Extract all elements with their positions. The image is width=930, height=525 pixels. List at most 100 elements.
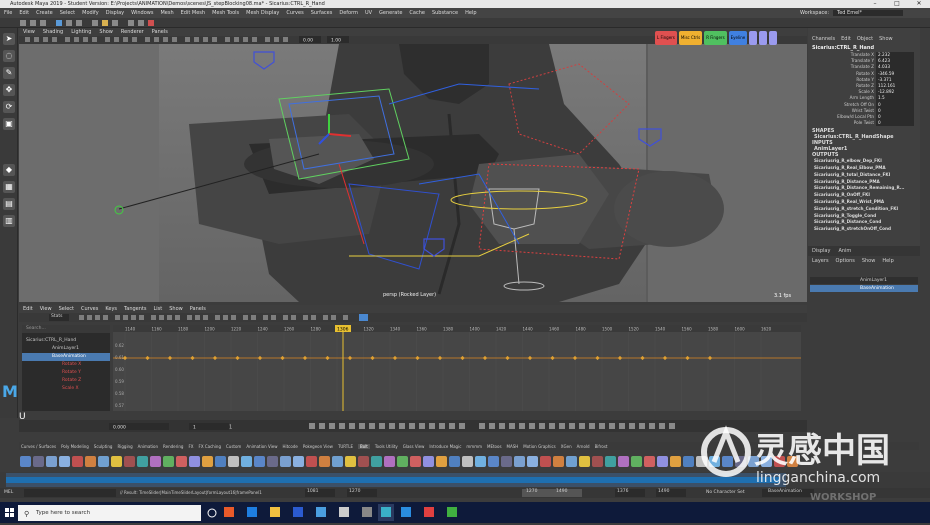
range-slider-bar[interactable]: 0.000 1 1 xyxy=(19,420,807,432)
shelf-tab[interactable]: Introduce Magic xyxy=(429,444,461,449)
workspace-dropdown[interactable]: Ted Emel* xyxy=(833,10,903,16)
range-a-field[interactable]: 1081 xyxy=(305,489,335,497)
shelf-tab[interactable]: Custom xyxy=(226,444,241,449)
menu-edit[interactable]: Edit xyxy=(19,10,29,16)
channel-value[interactable]: 0 xyxy=(876,120,914,127)
shelf-tool-icon[interactable] xyxy=(241,455,252,467)
scale-tool-icon[interactable]: ▣ xyxy=(3,118,15,130)
shelf-tab[interactable]: Sculpting xyxy=(94,444,113,449)
key-frame[interactable] xyxy=(685,355,690,361)
picker-icon-2[interactable] xyxy=(759,31,768,45)
shelf-tool-icon[interactable] xyxy=(501,455,512,467)
range-start-field[interactable]: 0.000 xyxy=(113,425,126,431)
r-fingers-button[interactable]: R Fingers xyxy=(704,31,727,45)
shelf-tool-icon[interactable] xyxy=(592,455,603,467)
shelf-tab[interactable]: Bifrost xyxy=(595,444,608,449)
stats-field[interactable]: Stats xyxy=(49,314,69,321)
shelf-tab[interactable]: Hitcode xyxy=(282,444,297,449)
shelf-tool-icon[interactable] xyxy=(46,455,57,467)
picker-icon-3[interactable] xyxy=(769,31,778,45)
shelf-tool-icon[interactable] xyxy=(657,455,668,467)
key-frame[interactable] xyxy=(572,355,578,361)
range-step-field[interactable]: 1 xyxy=(193,425,196,431)
status-line-icons[interactable] xyxy=(0,18,930,28)
menu-modify[interactable]: Modify xyxy=(82,10,99,16)
outliner-rotate-z[interactable]: Rotate Z xyxy=(22,377,110,385)
shelf-tab[interactable]: MEtoos xyxy=(487,444,502,449)
layout-icon[interactable]: ▤ xyxy=(3,198,15,210)
taskbar-search-box[interactable]: Type here to search xyxy=(18,505,201,521)
shelf-tab[interactable]: FX Caching xyxy=(199,444,221,449)
vp-menu-show[interactable]: Show xyxy=(99,29,113,35)
ge-menu-show[interactable]: Show xyxy=(169,306,183,312)
outliner-search[interactable]: Search... xyxy=(22,325,110,333)
key-frame[interactable] xyxy=(190,355,195,361)
shelf-tool-icon[interactable] xyxy=(384,455,395,467)
shelf-tool-icon[interactable] xyxy=(553,455,564,467)
menu-edit-mesh[interactable]: Edit Mesh xyxy=(181,10,205,16)
range-b-field[interactable]: 1270 xyxy=(347,489,377,497)
shelf-tool-icon[interactable] xyxy=(124,455,135,467)
shelf-tool-icon[interactable] xyxy=(202,455,213,467)
range-e-field[interactable]: 1376 xyxy=(615,489,645,497)
outliner-node[interactable]: Sicarius:CTRL_R_Hand xyxy=(22,337,110,345)
menu-deform[interactable]: Deform xyxy=(339,10,358,16)
shelf-tool-icon[interactable] xyxy=(618,455,629,467)
select-tool-icon[interactable]: ➤ xyxy=(3,33,15,45)
shelf-tab[interactable]: MASH xyxy=(507,444,519,449)
cb-output-item[interactable]: Sicariusrig_R_total_Distance_FKI xyxy=(808,172,920,179)
key-frame[interactable] xyxy=(235,355,240,361)
shelf-tool-icon[interactable] xyxy=(397,455,408,467)
menu-display[interactable]: Display xyxy=(106,10,124,16)
graph-view[interactable]: 1140116011801200122012401260128013001320… xyxy=(113,325,801,411)
shelf-tool-icon[interactable] xyxy=(332,455,343,467)
shelf-tool-icon[interactable] xyxy=(462,455,473,467)
range-f-field[interactable]: 1490 xyxy=(656,489,686,497)
key-frame[interactable] xyxy=(595,355,600,361)
cb-output-item[interactable]: Sicariusrig_R_elbow_Dep_FKI xyxy=(808,158,920,165)
channel-row[interactable]: Pole Twist 0 xyxy=(808,120,920,127)
paint-select-icon[interactable]: ✎ xyxy=(3,67,15,79)
l-fingers-button[interactable]: L Fingers xyxy=(655,31,677,45)
ge-menu-keys[interactable]: Keys xyxy=(105,306,117,312)
menu-mesh-tools[interactable]: Mesh Tools xyxy=(212,10,239,16)
shelf-tool-icon[interactable] xyxy=(683,455,694,467)
range-c-field[interactable]: 1270 xyxy=(522,489,582,497)
ge-menu-panels[interactable]: Panels xyxy=(190,306,206,312)
cb-output-item[interactable]: Sicariusrig_R_stretch_Condition_FKI xyxy=(808,206,920,213)
menu-create[interactable]: Create xyxy=(36,10,53,16)
shelf-tab[interactable]: mmmm xyxy=(466,444,482,449)
menu-generate[interactable]: Generate xyxy=(379,10,402,16)
key-frame[interactable] xyxy=(482,355,488,361)
ge-menu-select[interactable]: Select xyxy=(59,306,74,312)
range-d-field[interactable]: 1490 xyxy=(556,489,567,494)
cb-output-item[interactable]: Sicariusrig_R_stretchOnOff_Cond xyxy=(808,226,920,233)
shelf-tool-icon[interactable] xyxy=(475,455,486,467)
shelf-tool-icon[interactable] xyxy=(254,455,265,467)
ge-menu-curves[interactable]: Curves xyxy=(81,306,98,312)
shelf-tool-icon[interactable] xyxy=(345,455,356,467)
cb-output-item[interactable]: Sicariusrig_R_Toggle_Cond xyxy=(808,213,920,220)
menu-select[interactable]: Select xyxy=(60,10,75,16)
vp-field-b[interactable]: 1.00 xyxy=(331,38,341,44)
close-button[interactable]: ✕ xyxy=(908,0,930,8)
key-frame[interactable] xyxy=(145,355,150,361)
ge-menu-tangents[interactable]: Tangents xyxy=(124,306,146,312)
shelf-tab[interactable]: FX xyxy=(188,444,193,449)
cb-tab-channels[interactable]: Channels xyxy=(812,36,835,42)
key-frame[interactable] xyxy=(347,355,353,361)
layer-menu-show[interactable]: Show xyxy=(862,258,876,264)
eyeline-button[interactable]: Eyeline xyxy=(728,31,748,45)
shelf-tab[interactable]: Rendering xyxy=(163,444,183,449)
shelf-tab[interactable]: Pokegeon View xyxy=(303,444,333,449)
shelf-tab[interactable]: TURTLE xyxy=(338,444,353,449)
vp-menu-renderer[interactable]: Renderer xyxy=(121,29,144,35)
key-frame[interactable] xyxy=(460,355,465,361)
key-frame[interactable] xyxy=(415,355,420,361)
cb-output-item[interactable]: Sicariusrig_R_Real_Wrist_PMA xyxy=(808,199,920,206)
shelf-tool-icon[interactable] xyxy=(670,455,681,467)
shelf-tool-icon[interactable] xyxy=(319,455,330,467)
menu-file[interactable]: File xyxy=(4,10,12,16)
outliner-animlayer[interactable]: AnimLayer1 xyxy=(22,345,110,353)
key-frame[interactable] xyxy=(167,355,173,361)
